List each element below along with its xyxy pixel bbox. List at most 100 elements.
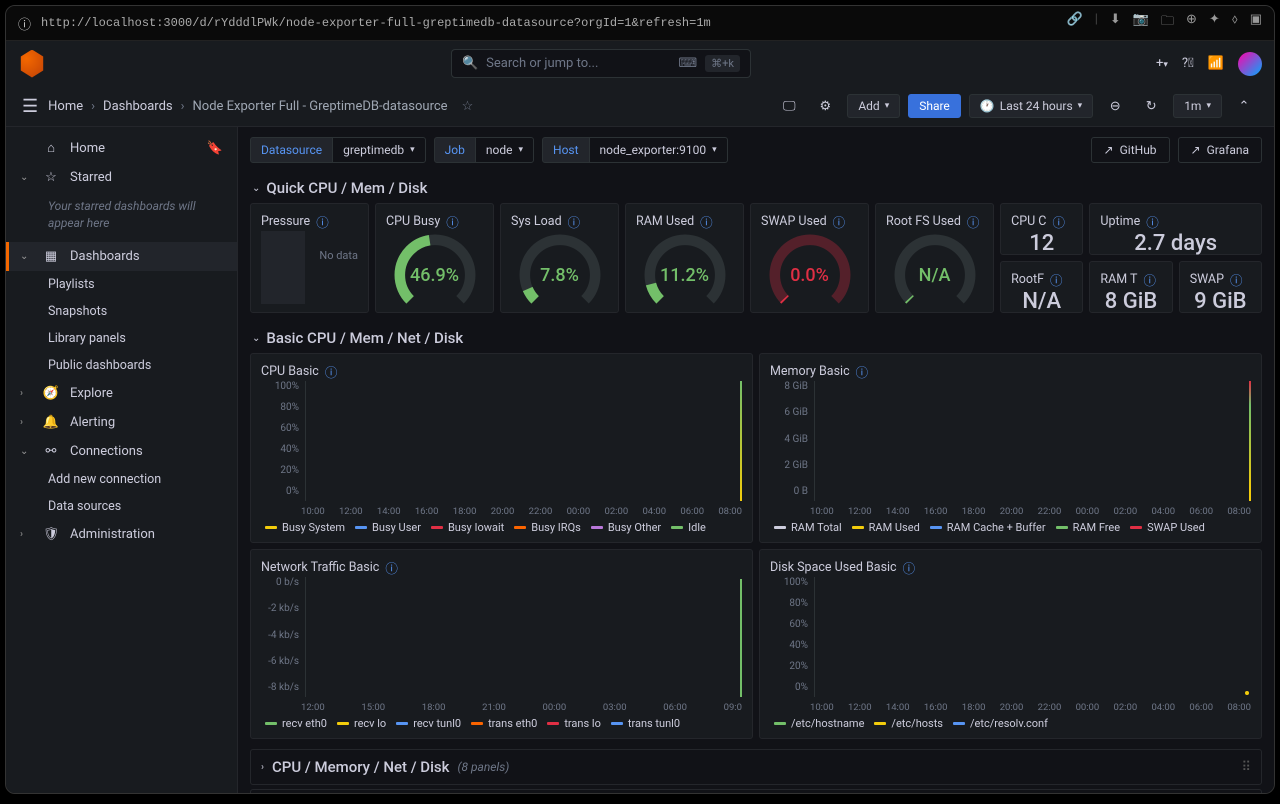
grafana-logo-icon[interactable] [18,50,46,78]
extension-icon[interactable]: ⬨ [1232,12,1238,34]
var-host[interactable]: node_exporter:9100▾ [589,137,728,163]
panel-ram-used[interactable]: RAM Usedⓘ 11.2% [625,203,744,313]
legend-item[interactable]: Busy IRQs [514,521,581,534]
legend-item[interactable]: /etc/hosts [874,717,943,730]
legend-item[interactable]: RAM Total [774,521,842,534]
info-icon[interactable]: ⓘ [385,558,398,577]
sidebar-item-administration[interactable]: ›🛡 Administration [6,520,237,549]
var-datasource[interactable]: greptimedb▾ [332,137,426,163]
zoom-out-icon[interactable]: ⊖ [1101,92,1129,120]
sidebar-item-add-connection[interactable]: Add new connection [6,466,237,493]
info-icon[interactable]: ⓘ [700,212,713,231]
sidebar-item-explore[interactable]: ›🧭 Explore [6,379,237,408]
folder-icon[interactable]: 🗀 [1161,12,1174,34]
legend-item[interactable]: Busy User [355,521,421,534]
settings-icon[interactable]: ⚙ [811,92,839,120]
row-quick[interactable]: ⌄Quick CPU / Mem / Disk [250,173,1262,203]
panel-swap-total[interactable]: SWAPⓘ 9 GiB [1179,261,1262,313]
refresh-interval[interactable]: 1m▾ [1173,94,1222,118]
panel-pressure[interactable]: Pressureⓘ No data [250,203,369,313]
user-avatar[interactable] [1238,52,1262,76]
camera-icon[interactable]: 📷 [1133,12,1149,34]
share-button[interactable]: Share [908,94,961,118]
info-icon[interactable]: ⓘ [1230,270,1243,289]
panel-ram-total[interactable]: RAM Tⓘ 8 GiB [1089,261,1172,313]
info-icon[interactable]: ⓘ [1143,270,1156,289]
bookmark-icon[interactable]: 🔖 [207,141,223,156]
info-icon[interactable]: ⓘ [1050,270,1063,289]
var-job[interactable]: node▾ [475,137,534,163]
row-basic[interactable]: ⌄Basic CPU / Mem / Net / Disk [250,323,1262,353]
panel-disk-basic[interactable]: Disk Space Used Basicⓘ 100%80%60%40%20%0… [759,549,1262,739]
panel-cpu-busy[interactable]: CPU Busyⓘ 46.9% [375,203,494,313]
drag-handle-icon[interactable]: ⠿ [1241,760,1251,775]
panel-network-basic[interactable]: Network Traffic Basicⓘ 0 b/s-2 kb/s-4 kb… [250,549,753,739]
sidebar-item-playlists[interactable]: Playlists [6,271,237,298]
panel-sys-load[interactable]: Sys Loadⓘ 7.8% [500,203,619,313]
menu-toggle-icon[interactable]: ☰ [22,96,38,117]
row-cpu-mem-net-disk[interactable]: › CPU / Memory / Net / Disk (8 panels) ⠿ [250,749,1262,785]
info-icon[interactable]: ⓘ [18,14,31,33]
legend-item[interactable]: Busy System [265,521,345,534]
add-button[interactable]: Add▾ [847,94,900,118]
legend-item[interactable]: trans tunl0 [611,717,680,730]
panel-root-fs[interactable]: Root FS Usedⓘ N/A [875,203,994,313]
sidebar-item-snapshots[interactable]: Snapshots [6,298,237,325]
legend-item[interactable]: recv eth0 [265,717,327,730]
legend-item[interactable]: trans lo [547,717,601,730]
panel-cpu-basic[interactable]: CPU Basicⓘ 100%80%60%40%20%0% 10:0012:00… [250,353,753,543]
legend-item[interactable]: recv lo [337,717,386,730]
refresh-icon[interactable]: ↻ [1137,92,1165,120]
download-icon[interactable]: ⬇ [1110,12,1121,34]
panel-rootfs-total[interactable]: RootFⓘ N/A [1000,261,1083,313]
info-icon[interactable]: ⓘ [856,362,869,381]
legend-item[interactable]: trans eth0 [471,717,537,730]
legend-item[interactable]: /etc/hostname [774,717,864,730]
news-icon[interactable]: 📶 [1208,56,1224,71]
help-icon[interactable]: ?⃝ [1182,56,1194,71]
row-memory-meminfo[interactable]: › Memory Meminfo (15 panels) ⠿ [250,789,1262,794]
sidebar-item-library[interactable]: Library panels [6,325,237,352]
panel-uptime[interactable]: Uptimeⓘ 2.7 days [1089,203,1262,255]
info-icon[interactable]: ⓘ [1052,212,1065,231]
url-text[interactable]: http://localhost:3000/d/rYdddlPWk/node-e… [41,16,1057,30]
legend-item[interactable]: RAM Free [1056,521,1121,534]
info-icon[interactable]: ⓘ [1146,212,1159,231]
settings-icon[interactable]: ✦ [1209,12,1220,34]
global-search[interactable]: 🔍 Search or jump to... ⌨ ⌘+k [451,49,751,78]
sidebar-item-dashboards[interactable]: ⌄▦ Dashboards [6,242,237,271]
sidebar-item-public[interactable]: Public dashboards [6,352,237,379]
info-icon[interactable]: ⓘ [316,212,329,231]
info-icon[interactable]: ⓘ [833,212,846,231]
tv-mode-icon[interactable]: 🖵 [775,92,803,120]
legend-item[interactable]: RAM Used [852,521,920,534]
link-github[interactable]: ↗GitHub [1091,137,1170,163]
sidebar-item-home[interactable]: ⌂ Home 🔖 [6,133,237,163]
star-icon[interactable]: ☆ [462,99,474,114]
link-icon[interactable]: 🔗 [1067,12,1083,34]
sidebar-item-starred[interactable]: ⌄☆ Starred [6,163,237,192]
globe-icon[interactable]: ⊕ [1186,12,1197,34]
link-grafana[interactable]: ↗Grafana [1178,137,1262,163]
add-icon[interactable]: +▾ [1156,56,1168,71]
time-picker[interactable]: 🕐Last 24 hours▾ [969,94,1093,118]
sidebar-item-connections[interactable]: ⌄⚯ Connections [6,437,237,466]
breadcrumb-dashboards[interactable]: Dashboards [103,99,173,114]
info-icon[interactable]: ⓘ [325,362,338,381]
collapse-icon[interactable]: ⌃ [1230,92,1258,120]
info-icon[interactable]: ⓘ [903,558,916,577]
legend-item[interactable]: /etc/resolv.conf [953,717,1048,730]
legend-item[interactable]: recv tunl0 [396,717,461,730]
legend-item[interactable]: Idle [671,521,706,534]
panel-swap-used[interactable]: SWAP Usedⓘ 0.0% [750,203,869,313]
sidebar-item-alerting[interactable]: ›🔔 Alerting [6,408,237,437]
panel-memory-basic[interactable]: Memory Basicⓘ 8 GiB6 GiB4 GiB2 GiB0 B 10… [759,353,1262,543]
panel-cpu-cores[interactable]: CPU Cⓘ 12 [1000,203,1083,255]
sidebar-item-data-sources[interactable]: Data sources [6,493,237,520]
info-icon[interactable]: ⓘ [967,212,980,231]
legend-item[interactable]: Busy Iowait [431,521,504,534]
panel-icon[interactable]: ▣ [1250,12,1262,34]
legend-item[interactable]: SWAP Used [1130,521,1205,534]
breadcrumb-home[interactable]: Home [48,99,83,114]
legend-item[interactable]: RAM Cache + Buffer [930,521,1046,534]
